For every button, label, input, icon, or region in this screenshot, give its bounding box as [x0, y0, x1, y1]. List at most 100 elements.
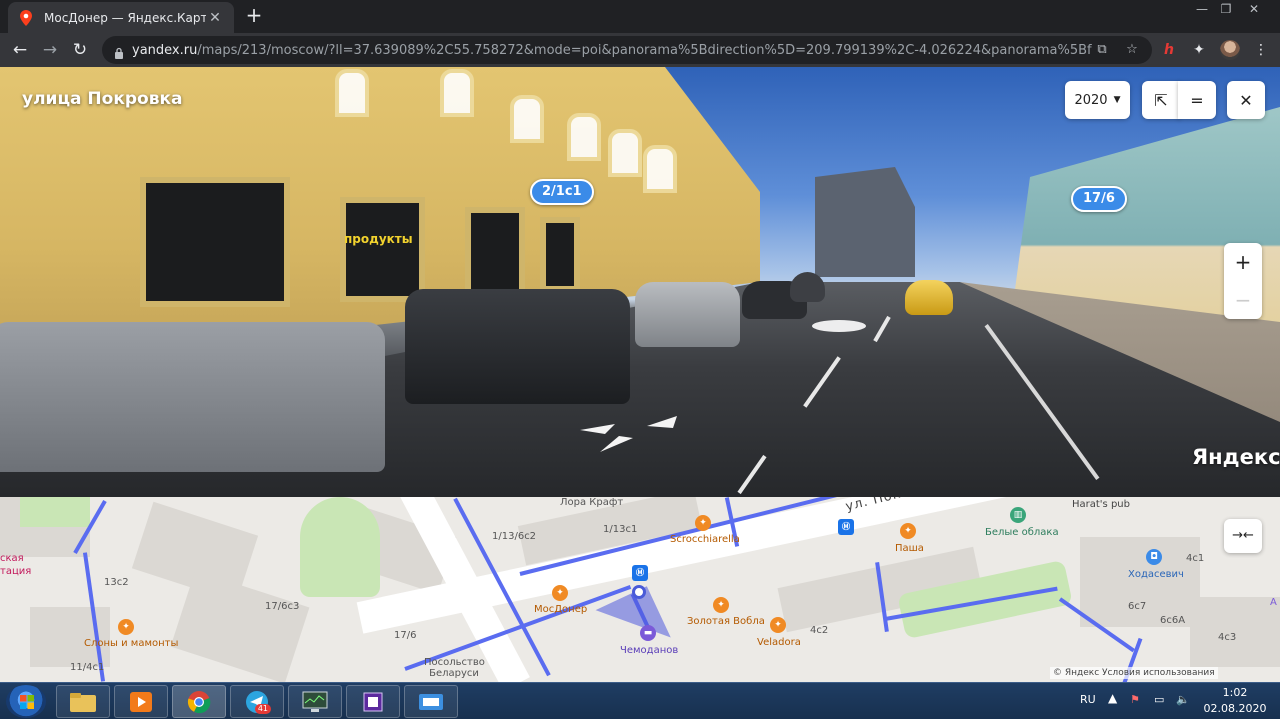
close-tab-icon[interactable]: ✕ — [206, 10, 224, 26]
puzzle-icon[interactable]: ✦ — [1190, 41, 1208, 59]
museum-icon[interactable]: ▥ — [1010, 507, 1026, 523]
flag-icon[interactable]: ⚑ — [1130, 693, 1140, 706]
windows-taskbar: 41 RU ▲ ⚑ ▭ 🔈 1:02 02.08.2020 — [0, 682, 1280, 719]
taskbar-explorer[interactable] — [56, 685, 110, 718]
taskbar-chrome[interactable] — [172, 685, 226, 718]
map-label: 4с3 — [1218, 632, 1237, 643]
close-window-button[interactable]: ✕ — [1242, 0, 1266, 18]
map-label: 6с6А — [1160, 615, 1186, 626]
restaurant-icon[interactable]: ✦ — [118, 619, 134, 635]
map-label: Посольство Беларуси — [424, 657, 485, 679]
translate-icon[interactable]: ⧉ — [1094, 42, 1110, 58]
tab-strip: МосДонер — Яндекс.Карты ✕ + — ❐ ✕ — [0, 0, 1280, 33]
back-arrow-icon[interactable]: ← — [8, 38, 32, 62]
media-player-icon — [130, 691, 152, 712]
parked-car — [635, 282, 740, 347]
chevron-up-icon[interactable]: ▲ — [1108, 691, 1117, 705]
map[interactable]: ул. Пок Лора Крафт 1/13/6с2 1/13с1 13с2 … — [0, 497, 1280, 682]
browser-toolbar: ← → ↻ yandex.ru/maps/213/moscow/?ll=37.6… — [0, 33, 1280, 67]
shop-sign: продукты — [344, 232, 413, 246]
restore-button[interactable]: ❐ — [1214, 0, 1238, 18]
house-number-tag[interactable]: 2/1с1 — [530, 179, 594, 205]
star-icon[interactable]: ☆ — [1124, 42, 1140, 58]
map-label: тация — [0, 566, 32, 577]
network-icon[interactable]: ▭ — [1154, 693, 1164, 706]
restaurant-icon[interactable]: ✦ — [552, 585, 568, 601]
language-indicator[interactable]: RU — [1080, 693, 1096, 706]
window-icon — [419, 693, 443, 710]
map-label: 11/4с1 — [70, 662, 105, 673]
poi-label[interactable]: Harat's pub — [1072, 499, 1130, 510]
poi-label[interactable]: Слоны и мамонты — [84, 638, 178, 649]
tab-title: МосДонер — Яндекс.Карты — [44, 10, 206, 25]
tab-active[interactable]: МосДонер — Яндекс.Карты ✕ — [8, 2, 234, 33]
park — [20, 497, 90, 527]
map-label: 17/6с3 — [265, 601, 300, 612]
map-label: 1/13с1 — [603, 524, 638, 535]
poi-label[interactable]: МосДонер — [534, 604, 587, 615]
minimize-button[interactable]: — — [1190, 0, 1214, 18]
navigation-arrows-icon[interactable] — [575, 410, 685, 455]
restaurant-icon[interactable]: ✦ — [770, 617, 786, 633]
zoom-out-button[interactable]: − — [1224, 281, 1262, 319]
forward-arrow-icon[interactable]: → — [38, 38, 62, 62]
taskbar-window[interactable] — [404, 685, 458, 718]
house-number-tag[interactable]: 17/6 — [1071, 186, 1127, 212]
address-bar[interactable]: yandex.ru/maps/213/moscow/?ll=37.639089%… — [102, 36, 1152, 64]
map-pin-icon — [18, 9, 34, 26]
url-text: yandex.ru/maps/213/moscow/?ll=37.639089%… — [132, 42, 1092, 58]
start-button[interactable] — [6, 685, 46, 718]
map-label: 4с2 — [810, 625, 829, 636]
share-icon[interactable]: ⇱ — [1142, 81, 1180, 119]
map-label: 13с2 — [104, 577, 129, 588]
restaurant-icon[interactable]: ✦ — [713, 597, 729, 613]
move-spot[interactable] — [812, 320, 866, 332]
metro-icon[interactable]: Ⓜ — [838, 519, 854, 535]
extension-h-icon[interactable]: h — [1160, 41, 1178, 59]
year-value: 2020 — [1074, 92, 1108, 108]
taskbar-media[interactable] — [114, 685, 168, 718]
taskbar-telegram[interactable]: 41 — [230, 685, 284, 718]
volume-icon[interactable]: 🔈 — [1176, 693, 1190, 706]
poi-label[interactable]: Veladora — [757, 637, 801, 648]
poi-label[interactable]: Золотая Вобла — [687, 616, 765, 627]
restaurant-icon[interactable]: ✦ — [900, 523, 916, 539]
collapse-map-icon[interactable]: →← — [1224, 519, 1262, 553]
year-select[interactable]: 2020 ▼ — [1065, 81, 1130, 119]
restaurant-icon[interactable]: ✦ — [695, 515, 711, 531]
map-label: 1/13/6с2 — [492, 531, 537, 542]
reload-icon[interactable]: ↻ — [68, 38, 92, 62]
view-cone — [595, 572, 685, 638]
monitor-icon — [302, 691, 328, 712]
clock-time: 1:02 — [1222, 686, 1248, 699]
distant-building — [815, 167, 915, 277]
shop-icon[interactable]: ◘ — [1146, 549, 1162, 565]
avatar[interactable] — [1220, 40, 1240, 60]
menu-dots-icon[interactable]: ⋮ — [1252, 41, 1270, 59]
taxi — [905, 280, 953, 315]
map-label: ская — [0, 553, 24, 564]
poi-label[interactable]: Ходасевич — [1128, 569, 1184, 580]
street-panorama[interactable]: продукты улица Покровка 2/1с1 17/6 2020 … — [0, 67, 1280, 497]
poi-label[interactable]: Чемоданов — [620, 645, 678, 656]
windows-logo-icon — [20, 695, 34, 709]
poi-label[interactable]: Белые облака — [985, 527, 1059, 538]
new-tab-button[interactable]: + — [243, 5, 265, 27]
parked-car — [405, 289, 630, 404]
close-icon[interactable]: ✕ — [1227, 81, 1265, 119]
poi-label[interactable]: Scrocchiarella — [670, 534, 740, 545]
taskbar-cpu[interactable] — [346, 685, 400, 718]
system-clock[interactable]: 1:02 02.08.2020 — [1200, 685, 1270, 717]
zoom-in-button[interactable]: + — [1224, 243, 1262, 281]
map-label: А — [1270, 597, 1277, 608]
panorama-street-name: улица Покровка — [22, 89, 183, 109]
metro-icon[interactable]: Ⓜ — [632, 565, 648, 581]
map-copyright[interactable]: © Яндекс Условия использования — [1050, 667, 1218, 679]
menu-icon[interactable]: = — [1178, 81, 1216, 119]
panorama-viewpoint[interactable] — [632, 585, 646, 599]
parked-car — [790, 272, 825, 302]
poi-label[interactable]: Паша — [895, 543, 924, 554]
taskbar-monitor[interactable] — [288, 685, 342, 718]
caret-down-icon: ▼ — [1113, 95, 1121, 105]
hotel-icon[interactable]: ▬ — [640, 625, 656, 641]
